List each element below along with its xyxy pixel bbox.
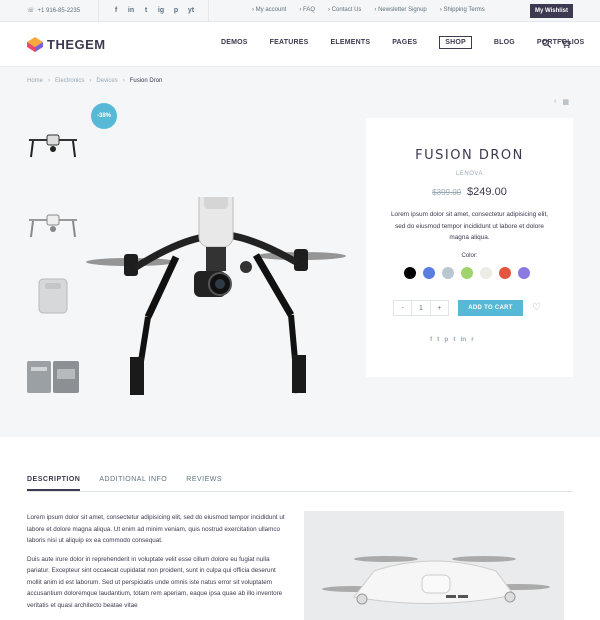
color-swatch-purple[interactable] [518,267,530,279]
description-image [304,511,564,620]
share-twitter-icon[interactable]: t [437,336,439,343]
wishlist-heart-icon[interactable]: ♡ [532,302,541,313]
main-header: THEGEM DEMOS FEATURES ELEMENTS PAGES SHO… [0,22,600,67]
breadcrumb-devices[interactable]: Devices [96,78,117,84]
product-main-image[interactable] [86,197,346,407]
tab-additional-info[interactable]: ADDITIONAL INFO [99,476,167,491]
share-pinterest-icon[interactable]: p [444,336,448,343]
top-bar: ☏ +1 916-85-2235 f in t ig p yt My accou… [0,0,600,22]
wishlist-button[interactable]: My Wishlist [530,4,573,18]
short-description: Lorem ipsum dolor sit amet, consectetur … [391,211,548,241]
product-summary-card: FUSION DRON LENOVA $399.00 $249.00 Lorem… [366,118,573,377]
thumbnail-4[interactable] [25,357,81,397]
phone-number: +1 916-85-2235 [37,7,81,14]
old-price: $399.00 [432,188,462,197]
nav-blog[interactable]: BLOG [494,39,515,49]
breadcrumb-current: Fusion Dron [129,78,163,84]
add-to-cart-button[interactable]: ADD TO CART [458,300,523,316]
contact-us-link[interactable]: Contact Us [328,7,362,13]
sale-badge: -38% [91,103,117,129]
quantity-decrease-button[interactable]: - [394,301,413,315]
cart-icon[interactable] [561,39,571,48]
top-links: My account FAQ Contact Us Newsletter Sig… [252,7,485,13]
color-swatch-green[interactable] [461,267,473,279]
product-brand[interactable]: LENOVA [366,171,573,177]
nav-demos[interactable]: DEMOS [221,39,248,49]
color-swatch-red[interactable] [499,267,511,279]
product-tabs: DESCRIPTION ADDITIONAL INFO REVIEWS [27,476,573,492]
share-facebook-icon[interactable]: f [430,336,432,343]
facebook-icon[interactable]: f [112,6,120,15]
share-linkedin-icon[interactable]: in [461,336,467,343]
product-area: Home › Electronics › Devices › Fusion Dron … [0,67,600,437]
tab-reviews[interactable]: REVIEWS [186,476,222,491]
color-swatches [404,267,530,279]
newsletter-link[interactable]: Newsletter Signup [374,7,427,13]
logo[interactable]: THEGEM [27,36,106,52]
breadcrumb-electronics[interactable]: Electronics [55,78,84,84]
social-links: f in t ig p yt [112,6,195,15]
color-label: Color: [461,253,478,259]
pinterest-icon[interactable]: p [172,6,180,15]
product-title: FUSION DRON [415,148,524,163]
nav-pages[interactable]: PAGES [392,39,417,49]
divider [98,0,99,22]
quantity-increase-button[interactable]: + [431,301,448,315]
faq-link[interactable]: FAQ [299,7,315,13]
my-account-link[interactable]: My account [252,7,287,13]
description-paragraph-1: Lorem ipsum dolor sit amet, consectetur … [27,514,285,544]
color-swatch-blue[interactable] [423,267,435,279]
youtube-icon[interactable]: yt [187,6,195,15]
color-swatch-white[interactable] [480,267,492,279]
grid-icon[interactable]: ▦ [562,98,569,106]
thumbnail-3[interactable] [25,275,81,315]
nav-shop[interactable]: SHOP [439,36,472,49]
sale-price: $249.00 [467,186,507,198]
color-swatch-black[interactable] [404,267,416,279]
linkedin-icon[interactable]: in [127,6,135,15]
share-tumblr-icon[interactable]: t [453,336,455,343]
search-icon[interactable] [542,39,551,48]
breadcrumb: Home › Electronics › Devices › Fusion Dron [27,78,163,84]
nav-features[interactable]: FEATURES [270,39,309,49]
description-paragraph-2: Duis aute irure dolor in reprehenderit i… [27,555,283,609]
header-icons [542,39,571,48]
logo-text: THEGEM [47,36,106,52]
tab-description[interactable]: DESCRIPTION [27,476,81,491]
logo-icon [27,37,43,52]
quantity-input[interactable]: 1 [412,301,431,315]
phone-contact[interactable]: ☏ +1 916-85-2235 [27,7,81,15]
description-text: Lorem ipsum dolor sit amet, consectetur … [27,512,285,618]
thumbnail-2[interactable] [25,205,81,245]
instagram-icon[interactable]: ig [157,6,165,15]
price-block: $399.00 $249.00 [366,186,573,198]
share-reddit-icon[interactable]: r [471,336,474,343]
divider [208,0,209,22]
nav-elements[interactable]: ELEMENTS [330,39,370,49]
share-links: f t p t in r [430,336,474,343]
color-swatch-silver[interactable] [442,267,454,279]
thumbnail-1[interactable] [25,125,81,165]
phone-icon: ☏ [27,8,35,14]
twitter-icon[interactable]: t [142,6,150,15]
prev-product-icon[interactable]: ‹ [554,98,556,106]
product-navigation: ‹ ▦ [554,98,569,106]
shipping-terms-link[interactable]: Shipping Terms [440,7,484,13]
breadcrumb-home[interactable]: Home [27,78,43,84]
quantity-stepper: - 1 + [393,300,449,316]
